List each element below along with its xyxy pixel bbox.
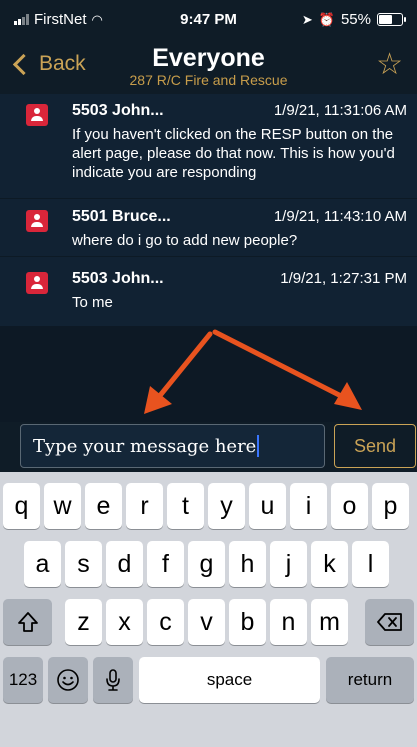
key-s[interactable]: s xyxy=(65,541,102,587)
empty-area xyxy=(0,326,417,422)
message-timestamp: 1/9/21, 1:27:31 PM xyxy=(280,270,407,287)
key-g[interactable]: g xyxy=(188,541,225,587)
avatar-icon xyxy=(26,210,48,232)
delete-key[interactable] xyxy=(365,599,414,645)
space-key[interactable]: space xyxy=(139,657,320,703)
shift-icon xyxy=(17,612,38,632)
send-button[interactable]: Send xyxy=(334,424,416,468)
favorite-star-icon[interactable]: ☆ xyxy=(376,50,403,80)
carrier-info: FirstNet ◠ xyxy=(14,11,103,28)
key-b[interactable]: b xyxy=(229,599,266,645)
microphone-key[interactable] xyxy=(93,657,133,703)
return-key[interactable]: return xyxy=(326,657,414,703)
message-body: If you haven't clicked on the RESP butto… xyxy=(72,126,395,181)
message-input[interactable]: Type your message here xyxy=(20,424,325,468)
key-q[interactable]: q xyxy=(3,483,40,529)
signal-icon xyxy=(14,14,29,25)
sender-name: 5503 John... xyxy=(72,102,164,119)
avatar-icon xyxy=(26,272,48,294)
message-input-text: Type your message here xyxy=(33,435,257,457)
key-a[interactable]: a xyxy=(24,541,61,587)
sender-name: 5503 John... xyxy=(72,270,164,287)
key-j[interactable]: j xyxy=(270,541,307,587)
status-bar: FirstNet ◠ 9:47 PM ➤ ⏰ 55% xyxy=(0,0,417,40)
key-z[interactable]: z xyxy=(65,599,102,645)
message-body: To me xyxy=(72,294,113,311)
key-d[interactable]: d xyxy=(106,541,143,587)
emoji-icon xyxy=(57,669,79,691)
nav-bar: Back Everyone 287 R/C Fire and Rescue ☆ xyxy=(0,40,417,94)
key-i[interactable]: i xyxy=(290,483,327,529)
key-o[interactable]: o xyxy=(331,483,368,529)
composer: Type your message here Send xyxy=(0,422,417,472)
shift-key[interactable] xyxy=(3,599,52,645)
keyboard: q w e r t y u i o p a s d f g h j k l z … xyxy=(0,472,417,747)
carrier-name: FirstNet xyxy=(34,11,87,28)
avatar-icon xyxy=(26,104,48,126)
alarm-icon: ⏰ xyxy=(318,11,335,27)
message-body: where do i go to add new people? xyxy=(72,232,298,249)
message-timestamp: 1/9/21, 11:31:06 AM xyxy=(273,102,407,119)
location-icon: ➤ xyxy=(301,11,313,27)
key-x[interactable]: x xyxy=(106,599,143,645)
key-r[interactable]: r xyxy=(126,483,163,529)
microphone-icon xyxy=(106,669,120,691)
message-list[interactable]: 5503 John... 1/9/21, 11:31:06 AM If you … xyxy=(0,94,417,326)
page-title: Everyone xyxy=(152,44,265,72)
delete-icon xyxy=(376,613,402,631)
key-t[interactable]: t xyxy=(167,483,204,529)
numbers-key[interactable]: 123 xyxy=(3,657,43,703)
key-l[interactable]: l xyxy=(352,541,389,587)
key-v[interactable]: v xyxy=(188,599,225,645)
key-u[interactable]: u xyxy=(249,483,286,529)
key-f[interactable]: f xyxy=(147,541,184,587)
status-right: ➤ ⏰ 55% xyxy=(301,11,406,28)
key-y[interactable]: y xyxy=(208,483,245,529)
sender-name: 5501 Bruce... xyxy=(72,208,171,225)
key-n[interactable]: n xyxy=(270,599,307,645)
emoji-key[interactable] xyxy=(48,657,88,703)
message-timestamp: 1/9/21, 11:43:10 AM xyxy=(273,208,407,225)
key-e[interactable]: e xyxy=(85,483,122,529)
key-h[interactable]: h xyxy=(229,541,266,587)
message-item[interactable]: 5503 John... 1/9/21, 1:27:31 PM To me xyxy=(0,256,417,326)
key-c[interactable]: c xyxy=(147,599,184,645)
text-cursor xyxy=(257,435,260,457)
wifi-icon: ◠ xyxy=(91,11,103,27)
message-item[interactable]: 5503 John... 1/9/21, 11:31:06 AM If you … xyxy=(0,94,417,199)
message-item[interactable]: 5501 Bruce... 1/9/21, 11:43:10 AM where … xyxy=(0,198,417,257)
key-p[interactable]: p xyxy=(372,483,409,529)
battery-percent: 55% xyxy=(340,11,371,28)
key-w[interactable]: w xyxy=(44,483,81,529)
page-subtitle: 287 R/C Fire and Rescue xyxy=(129,72,288,88)
key-k[interactable]: k xyxy=(311,541,348,587)
battery-icon xyxy=(377,13,406,26)
key-m[interactable]: m xyxy=(311,599,348,645)
